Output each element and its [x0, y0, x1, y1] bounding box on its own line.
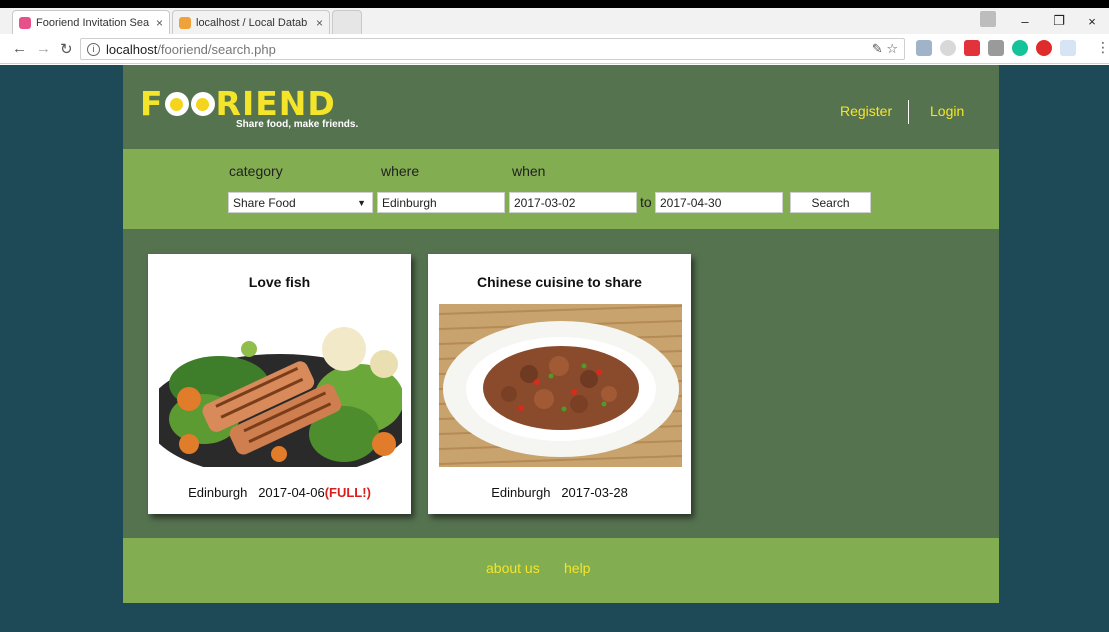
egg-icon [164, 92, 189, 116]
info-icon[interactable]: i [87, 42, 100, 56]
bookmark-star-icon[interactable]: ✎ ☆ [872, 41, 898, 57]
where-input[interactable]: Edinburgh [377, 192, 505, 213]
event-card[interactable]: Chinese cuisine to share Edinburgh 2017-… [428, 254, 691, 514]
fooriend-favicon-icon [19, 16, 31, 29]
profile-icon[interactable] [980, 11, 996, 27]
help-link[interactable]: help [564, 560, 590, 576]
where-label: where [381, 163, 420, 179]
to-date-input[interactable]: 2017-04-30 [655, 192, 783, 213]
card-title: Chinese cuisine to share [477, 274, 642, 290]
site-container: F RIEND Share food, make friends. Regist… [123, 65, 999, 632]
search-button[interactable]: Search [790, 192, 871, 213]
reload-icon[interactable]: ↻ [60, 40, 73, 58]
browser-menu-icon[interactable]: ⋮ [1096, 39, 1109, 56]
logo-letter: F [140, 84, 164, 123]
nav-divider [908, 100, 909, 124]
login-link[interactable]: Login [930, 103, 964, 119]
tab-phpmyadmin[interactable]: localhost / Local Datab × [172, 10, 330, 34]
search-bar: category where when Share Food ▼ Edinbur… [123, 149, 999, 229]
restore-button[interactable]: ❐ [1042, 8, 1076, 34]
logo-letter: RIEND [215, 84, 336, 123]
chinese-dish-image[interactable] [439, 304, 682, 467]
site-footer: about us help [123, 538, 999, 603]
extension-icon[interactable] [916, 40, 932, 56]
url-host: localhost [106, 41, 158, 57]
category-value: Share Food [233, 195, 296, 210]
tab-fooriend[interactable]: Fooriend Invitation Sea × [12, 10, 170, 34]
card-meta: Edinburgh 2017-03-28 [428, 485, 691, 500]
tagline: Share food, make friends. [236, 119, 359, 130]
category-label: category [229, 163, 283, 179]
card-title: Love fish [248, 274, 311, 290]
extension-icon[interactable] [988, 40, 1004, 56]
tab-bar: Fooriend Invitation Sea × localhost / Lo… [0, 8, 1109, 34]
extension-icon[interactable] [1060, 40, 1076, 56]
card-location: Edinburgh [188, 485, 248, 500]
tab-title: Fooriend Invitation Sea [36, 16, 150, 29]
pinterest-icon[interactable] [1036, 40, 1052, 56]
back-icon[interactable]: ← [12, 40, 27, 57]
site-header: F RIEND Share food, make friends. Regist… [123, 65, 999, 149]
full-badge: (FULL!) [324, 485, 371, 500]
window-top-edge [0, 0, 1109, 8]
new-tab-button[interactable] [332, 10, 362, 34]
card-location: Edinburgh [491, 485, 551, 500]
extension-icon[interactable] [964, 40, 980, 56]
card-meta: Edinburgh 2017-04-06(FULL!) [148, 485, 411, 500]
event-card[interactable]: Love fish Edinburgh 2017-04-06(FULL!) [148, 254, 411, 514]
extension-icon[interactable] [940, 40, 956, 56]
chevron-down-icon: ▼ [357, 197, 366, 208]
from-date-input[interactable]: 2017-03-02 [509, 192, 637, 213]
grammarly-icon[interactable] [1012, 40, 1028, 56]
category-select[interactable]: Share Food ▼ [228, 192, 373, 213]
results-area: Love fish Edinburgh 2017-04-06(FULL!) Ch… [123, 229, 999, 538]
register-link[interactable]: Register [840, 103, 892, 119]
egg-icon [190, 92, 215, 116]
fooriend-logo[interactable]: F RIEND [140, 87, 336, 121]
fish-dish-image[interactable] [159, 304, 402, 467]
url-path: /fooriend/search.php [157, 41, 276, 57]
window-close-button[interactable]: × [1075, 8, 1109, 34]
when-label: when [512, 163, 546, 179]
close-icon[interactable]: × [156, 16, 163, 30]
phpmyadmin-favicon-icon [179, 16, 191, 29]
minimize-button[interactable]: – [1008, 8, 1042, 34]
card-date: 2017-03-28 [561, 485, 628, 500]
page-viewport: F RIEND Share food, make friends. Regist… [0, 65, 1109, 632]
card-date: 2017-04-06 [258, 485, 325, 500]
close-icon[interactable]: × [316, 16, 323, 30]
to-label: to [640, 194, 652, 210]
about-us-link[interactable]: about us [486, 560, 540, 576]
forward-icon[interactable]: → [36, 40, 51, 57]
address-bar[interactable]: i localhost/fooriend/search.php ✎ ☆ [80, 38, 905, 60]
tab-title: localhost / Local Datab [196, 16, 308, 29]
